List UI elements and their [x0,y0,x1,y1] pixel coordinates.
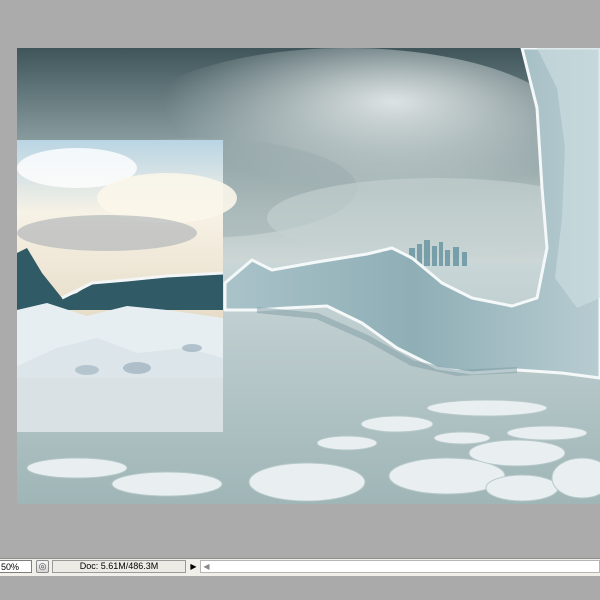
horizontal-scrollbar[interactable]: ◀ [200,560,600,573]
canvas-workspace [0,0,600,560]
scroll-left-arrow-icon[interactable]: ◀ [201,561,212,572]
document-size-info: Doc: 5.61M/486.3M [52,560,186,573]
pasted-layer [17,140,237,432]
workspace-bottom [0,576,600,600]
document-canvas[interactable] [17,48,600,504]
status-indicator-icon[interactable]: ◎ [36,560,49,573]
zoom-level-field[interactable]: 50% [0,560,32,573]
arctic-composite-image [17,48,600,504]
triangle-right-icon[interactable]: ▶ [188,560,199,573]
status-bar: 50% ◎ Doc: 5.61M/486.3M ▶ ◀ [0,558,600,577]
